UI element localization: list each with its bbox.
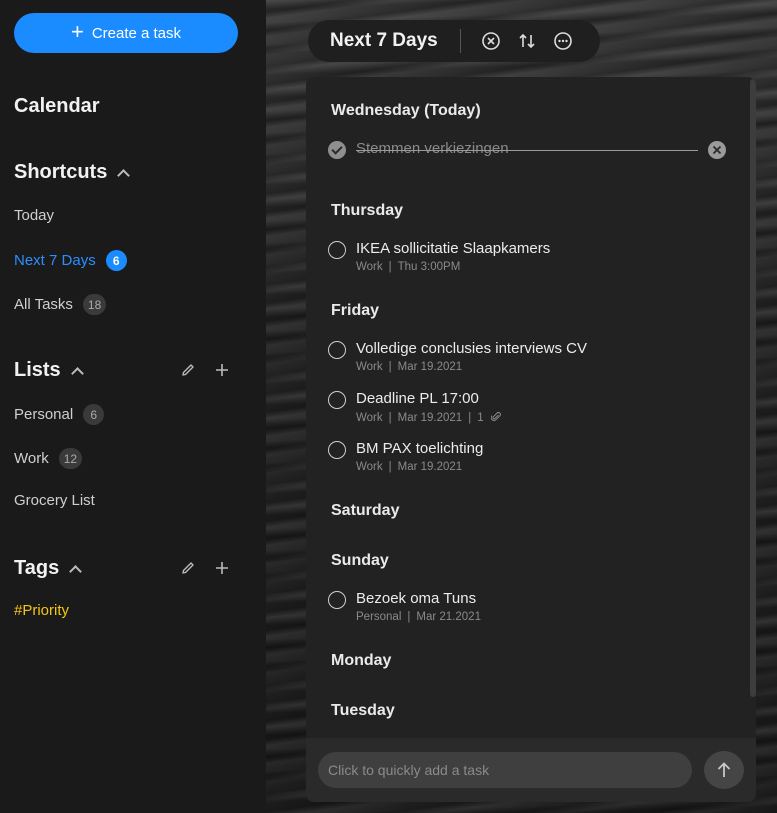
task-meta: Work | Mar 19.2021 <box>356 361 462 373</box>
day-heading: Thursday <box>331 202 404 219</box>
task-title: Stemmen verkiezingen <box>356 140 509 157</box>
sidebar-item-label: Grocery List <box>14 492 95 509</box>
add-list-plus-icon[interactable] <box>214 362 230 378</box>
add-task-submit-button[interactable] <box>704 751 744 789</box>
more-options-icon[interactable] <box>553 31 573 51</box>
edit-lists-pencil-icon[interactable] <box>180 362 196 378</box>
task-meta: Work | Mar 19.2021 | 1 <box>356 411 501 424</box>
sidebar-item-personal[interactable]: Personal 6 <box>14 404 105 425</box>
tags-heading[interactable]: Tags <box>14 557 83 580</box>
checkbox-circle-icon[interactable] <box>328 241 346 259</box>
task-list: Work <box>356 412 383 424</box>
task-list: Personal <box>356 611 402 623</box>
lists-tools <box>180 362 230 378</box>
attachment-count: 1 <box>477 412 484 424</box>
checkbox-circle-icon[interactable] <box>328 441 346 459</box>
count-badge: 6 <box>83 404 105 425</box>
paperclip-icon <box>490 412 501 422</box>
remove-task-close-icon[interactable] <box>708 141 726 159</box>
task-due: Mar 19.2021 <box>397 361 463 373</box>
task-meta: Personal | Mar 21.2021 <box>356 611 481 623</box>
sidebar-item-label: Personal <box>14 406 74 423</box>
checkbox-circle-icon[interactable] <box>328 591 346 609</box>
sidebar-tag-priority[interactable]: #Priority <box>14 602 69 619</box>
quick-add-bar <box>306 738 756 802</box>
tag-label: #Priority <box>14 602 70 619</box>
count-badge: 18 <box>82 294 107 315</box>
shortcuts-heading[interactable]: Shortcuts <box>14 161 131 184</box>
task-list: Work <box>356 461 383 473</box>
task-title: Bezoek oma Tuns <box>356 590 477 607</box>
meta-divider: | <box>388 261 392 273</box>
day-heading: Wednesday (Today) <box>331 102 481 119</box>
sidebar-item-grocery-list[interactable]: Grocery List <box>14 492 95 509</box>
lists-label: Lists <box>14 359 61 381</box>
checkbox-circle-icon[interactable] <box>328 341 346 359</box>
day-heading: Saturday <box>331 502 400 519</box>
shortcuts-label: Shortcuts <box>14 161 108 183</box>
chevron-up-icon <box>70 367 84 380</box>
day-heading: Monday <box>331 652 392 669</box>
task-meta: Work | Mar 19.2021 <box>356 461 462 473</box>
task-list: Work <box>356 261 383 273</box>
day-heading: Sunday <box>331 552 389 569</box>
sidebar-item-next-7-days[interactable]: Next 7 Days 6 <box>14 250 127 271</box>
quick-add-input[interactable] <box>318 752 692 788</box>
day-heading: Friday <box>331 302 380 319</box>
sidebar-item-all-tasks[interactable]: All Tasks 18 <box>14 294 107 315</box>
edit-tags-pencil-icon[interactable] <box>180 560 196 576</box>
close-icon <box>712 145 722 155</box>
task-panel: Wednesday (Today) Stemmen verkiezingen T… <box>306 77 756 802</box>
checked-circle-icon[interactable] <box>328 141 346 159</box>
chevron-up-icon <box>69 565 83 578</box>
task-due: Mar 19.2021 <box>397 461 463 473</box>
sidebar: + Create a task Calendar Shortcuts Today… <box>0 0 266 813</box>
scrollbar[interactable] <box>750 79 756 697</box>
view-header: Next 7 Days <box>308 20 600 62</box>
create-task-button[interactable]: + Create a task <box>14 13 238 53</box>
task-title: Volledige conclusies interviews CV <box>356 340 587 357</box>
plus-icon: + <box>70 19 84 44</box>
arrow-up-icon <box>717 762 731 777</box>
meta-divider: | <box>388 361 392 373</box>
task-due: Mar 21.2021 <box>416 611 481 623</box>
header-divider <box>459 29 461 53</box>
lists-heading[interactable]: Lists <box>14 359 84 382</box>
meta-divider: | <box>388 461 392 473</box>
create-task-label: Create a task <box>91 24 182 42</box>
tags-label: Tags <box>14 557 60 579</box>
meta-divider: | <box>388 412 392 424</box>
count-badge: 12 <box>58 448 83 469</box>
sidebar-item-label: All Tasks <box>14 296 73 313</box>
sidebar-item-label: Next 7 Days <box>14 252 96 269</box>
checkbox-circle-icon[interactable] <box>328 391 346 409</box>
chevron-up-icon <box>117 169 131 182</box>
meta-divider: | <box>468 412 472 424</box>
sidebar-item-label: Work <box>14 450 49 467</box>
task-list: Work <box>356 361 383 373</box>
add-tag-plus-icon[interactable] <box>214 560 230 576</box>
sidebar-item-today[interactable]: Today <box>14 207 54 224</box>
calendar-link[interactable]: Calendar <box>14 95 100 118</box>
task-due: Mar 19.2021 <box>397 412 463 424</box>
task-title: IKEA sollicitatie Slaapkamers <box>356 240 551 257</box>
count-badge: 6 <box>105 250 127 271</box>
tags-tools <box>180 560 230 576</box>
sidebar-item-label: Today <box>14 207 55 224</box>
page-title: Next 7 Days <box>330 30 438 51</box>
strikethrough-line <box>356 150 698 151</box>
clear-completed-icon[interactable] <box>481 31 501 51</box>
task-title: BM PAX toelichting <box>356 440 484 457</box>
meta-divider: | <box>407 611 411 623</box>
task-title: Deadline PL 17:00 <box>356 390 479 407</box>
calendar-label: Calendar <box>14 95 100 117</box>
sort-icon[interactable] <box>517 31 537 51</box>
task-meta: Work | Thu 3:00PM <box>356 261 460 273</box>
sidebar-item-work[interactable]: Work 12 <box>14 448 83 469</box>
day-heading: Tuesday <box>331 702 395 719</box>
task-due: Thu 3:00PM <box>397 261 461 273</box>
